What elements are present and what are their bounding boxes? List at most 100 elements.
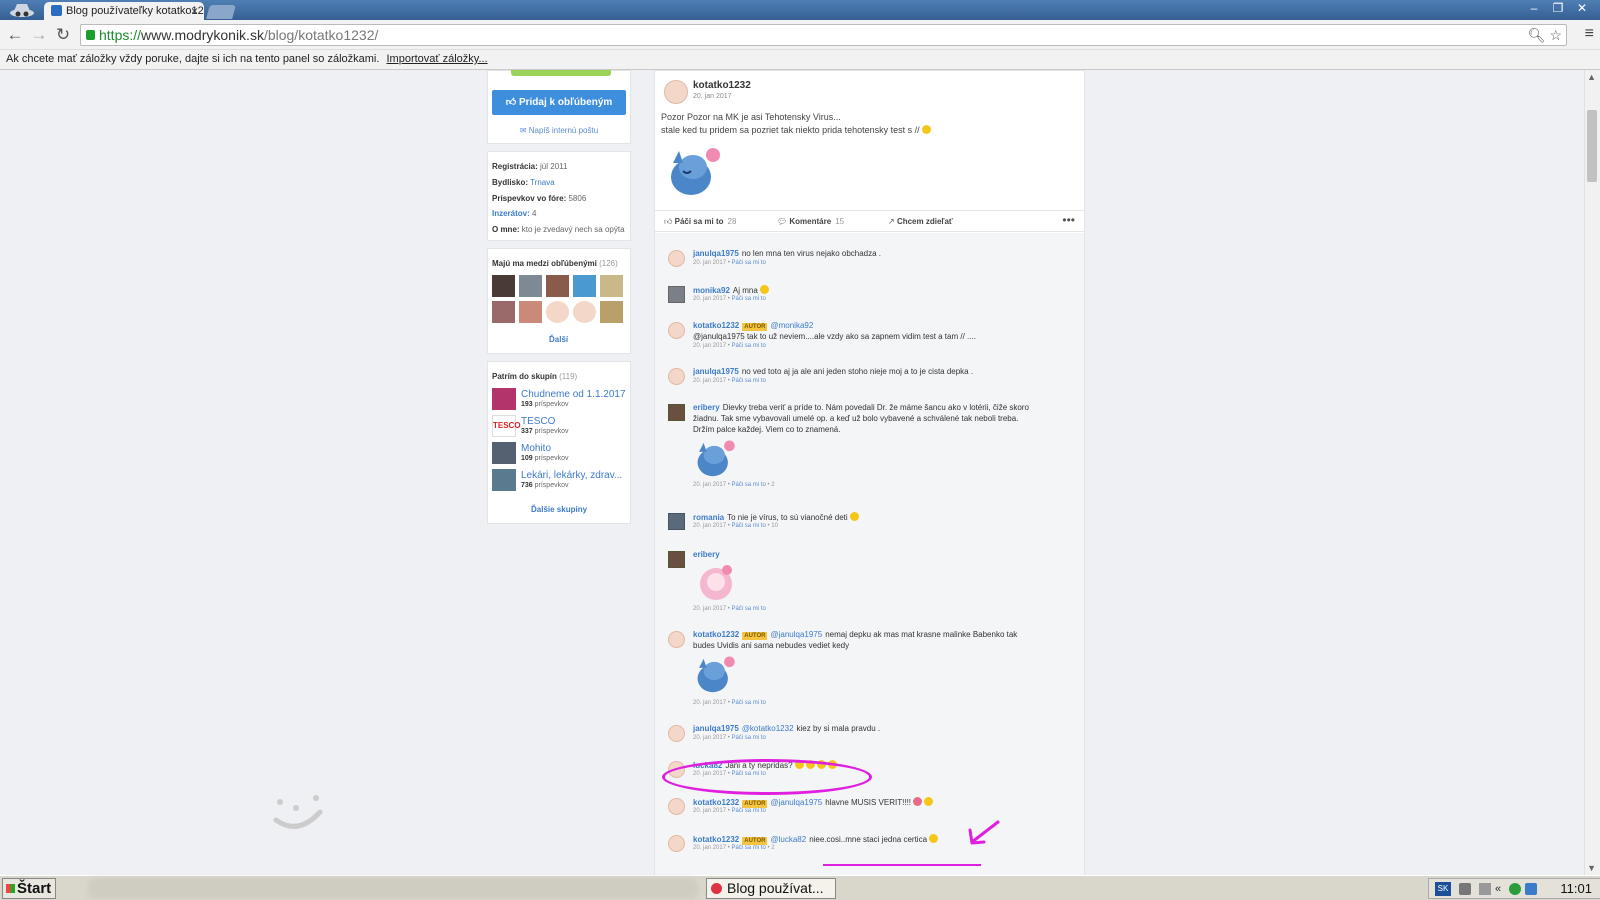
- group-name[interactable]: Mohito: [521, 443, 551, 454]
- start-button[interactable]: Štart: [2, 878, 56, 899]
- restore-icon[interactable]: ❐: [1546, 0, 1570, 18]
- comment-like-link[interactable]: Páči sa mi to: [731, 523, 765, 529]
- comment-like-link[interactable]: Páči sa mi to: [731, 260, 765, 266]
- post-author-avatar[interactable]: [664, 80, 688, 104]
- comment-like-link[interactable]: Páči sa mi to: [731, 735, 765, 741]
- comment-avatar[interactable]: [668, 368, 685, 385]
- scroll-up-icon[interactable]: ▲: [1587, 72, 1596, 82]
- taskbar-browser-window[interactable]: Blog používat...: [706, 878, 836, 899]
- help-icon[interactable]: [1479, 883, 1491, 895]
- comment-user[interactable]: kotatko1232: [693, 630, 739, 639]
- comment-mention[interactable]: @janulqa1975: [770, 798, 822, 807]
- redacted-taskbar-area: [88, 878, 698, 899]
- comment-text: kotatko1232 AUTOR @janulqa1975 nemaj depku …: [693, 630, 1018, 640]
- favorite-user-avatar[interactable]: [492, 275, 515, 297]
- comment-user[interactable]: eribery: [693, 403, 720, 412]
- new-tab-button[interactable]: [206, 5, 236, 19]
- comment-avatar[interactable]: [668, 551, 685, 568]
- tab-close-icon[interactable]: ×: [191, 4, 198, 18]
- comment-like-link[interactable]: Páči sa mi to: [731, 482, 765, 488]
- comment-avatar[interactable]: [668, 286, 685, 303]
- comment-like-link[interactable]: Páči sa mi to: [731, 378, 765, 384]
- favorite-user-avatar[interactable]: [600, 275, 623, 297]
- comment-avatar[interactable]: [668, 835, 685, 852]
- default-avatar-icon[interactable]: [573, 301, 596, 323]
- comment-meta: 20. jan 2017 • Páči sa mi to • 10: [693, 523, 778, 529]
- network-icon[interactable]: [1509, 883, 1521, 895]
- address-bar[interactable]: https://www.modrykonik.sk/blog/kotatko12…: [80, 24, 1567, 46]
- comment-avatar[interactable]: [668, 725, 685, 742]
- favorite-user-avatar[interactable]: [573, 275, 596, 297]
- favorite-user-avatar[interactable]: [492, 301, 515, 323]
- scrollbar-thumb[interactable]: [1587, 110, 1597, 182]
- favorite-user-avatar[interactable]: [519, 301, 542, 323]
- forward-icon[interactable]: →: [28, 24, 50, 46]
- minimize-icon[interactable]: –: [1522, 0, 1546, 18]
- close-window-icon[interactable]: ✕: [1570, 0, 1594, 18]
- comment-user[interactable]: eribery: [693, 550, 720, 559]
- like-button[interactable]: 👍︎ Páči sa mi to 28: [664, 217, 736, 227]
- comment-mention[interactable]: @kotatko1232: [742, 724, 794, 733]
- browser-tab[interactable]: Blog používateľky kotatko1232 ×: [44, 2, 204, 20]
- menu-icon[interactable]: ≡: [1585, 25, 1594, 43]
- comment-like-link[interactable]: Páči sa mi to: [731, 606, 765, 612]
- comment-mention[interactable]: @monika92: [770, 321, 813, 330]
- comment-mention[interactable]: @lucka82: [770, 835, 806, 844]
- favorite-user-avatar[interactable]: [600, 301, 623, 323]
- comment-user[interactable]: janulqa1975: [693, 724, 739, 733]
- post-author[interactable]: kotatko1232: [693, 80, 751, 91]
- default-avatar-icon[interactable]: [546, 301, 569, 323]
- keyboard-icon[interactable]: [1459, 883, 1471, 895]
- comment-avatar[interactable]: [668, 798, 685, 815]
- scroll-down-icon[interactable]: ▼: [1587, 863, 1596, 873]
- comment-user[interactable]: kotatko1232: [693, 798, 739, 807]
- more-favorites-link[interactable]: Ďalší: [549, 335, 568, 344]
- comment-user[interactable]: monika92: [693, 286, 730, 295]
- comment-avatar[interactable]: [668, 404, 685, 421]
- comment-like-link[interactable]: Páči sa mi to: [731, 808, 765, 814]
- comment-avatar[interactable]: [668, 513, 685, 530]
- back-icon[interactable]: ←: [4, 24, 26, 46]
- group-image[interactable]: [492, 469, 516, 491]
- more-options-icon[interactable]: •••: [1062, 213, 1075, 227]
- residence-link[interactable]: Trnava: [530, 178, 555, 187]
- comment-avatar[interactable]: [668, 322, 685, 339]
- share-button[interactable]: ↗ Chcem zdieľať: [888, 217, 953, 226]
- comment-avatar[interactable]: [668, 631, 685, 648]
- add-favorite-button[interactable]: 👍︎ Pridaj k obľúbeným: [492, 90, 626, 115]
- bookmark-star-icon[interactable]: ☆: [1549, 27, 1562, 43]
- comment-like-link[interactable]: Páči sa mi to: [731, 343, 765, 349]
- comment-user[interactable]: kotatko1232: [693, 321, 739, 330]
- residence-info: Bydlisko: Trnava: [492, 178, 555, 187]
- comments-button[interactable]: 💬︎ Komentáre 15: [777, 217, 844, 226]
- monitor-icon[interactable]: [1525, 883, 1537, 895]
- import-bookmarks-link[interactable]: Importovať záložky...: [386, 53, 487, 65]
- zoom-icon[interactable]: 🔍︎: [1528, 27, 1546, 43]
- group-name[interactable]: Chudneme od 1.1.2017: [521, 389, 626, 400]
- comment-user[interactable]: janulqa1975: [693, 367, 739, 376]
- more-groups-link[interactable]: Ďalšie skupiny: [531, 505, 587, 514]
- group-image[interactable]: [492, 442, 516, 464]
- ads-link[interactable]: Inzerátov:: [492, 209, 530, 218]
- comment-mention[interactable]: @janulqa1975: [770, 630, 822, 639]
- comment-avatar[interactable]: [668, 250, 685, 267]
- comment-user[interactable]: janulqa1975: [693, 249, 739, 258]
- group-name[interactable]: TESCO: [521, 416, 555, 427]
- internal-mail-link[interactable]: ✉ Napíš internú poštu: [487, 126, 631, 135]
- comment-text: romania To nie je vírus, to sú vianočné d…: [693, 512, 859, 522]
- group-name[interactable]: Lekári, lekárky, zdrav...: [521, 470, 622, 481]
- tesco-logo[interactable]: TESCO: [492, 415, 521, 437]
- comment-like-link[interactable]: Páči sa mi to: [731, 700, 765, 706]
- comment-user[interactable]: kotatko1232: [693, 835, 739, 844]
- comment-like-link[interactable]: Páči sa mi to: [731, 296, 765, 302]
- favorite-user-avatar[interactable]: [546, 275, 569, 297]
- page-scrollbar[interactable]: ▲ ▼: [1584, 70, 1600, 875]
- tray-expand-icon[interactable]: «: [1495, 883, 1507, 895]
- language-indicator[interactable]: SK: [1435, 882, 1451, 896]
- reload-icon[interactable]: ↻: [52, 24, 74, 46]
- favorite-user-avatar[interactable]: [519, 275, 542, 297]
- send-message-button[interactable]: [511, 70, 611, 76]
- comment-like-link[interactable]: Páči sa mi to: [731, 845, 765, 851]
- group-image[interactable]: [492, 388, 516, 410]
- comment-user[interactable]: romania: [693, 513, 724, 522]
